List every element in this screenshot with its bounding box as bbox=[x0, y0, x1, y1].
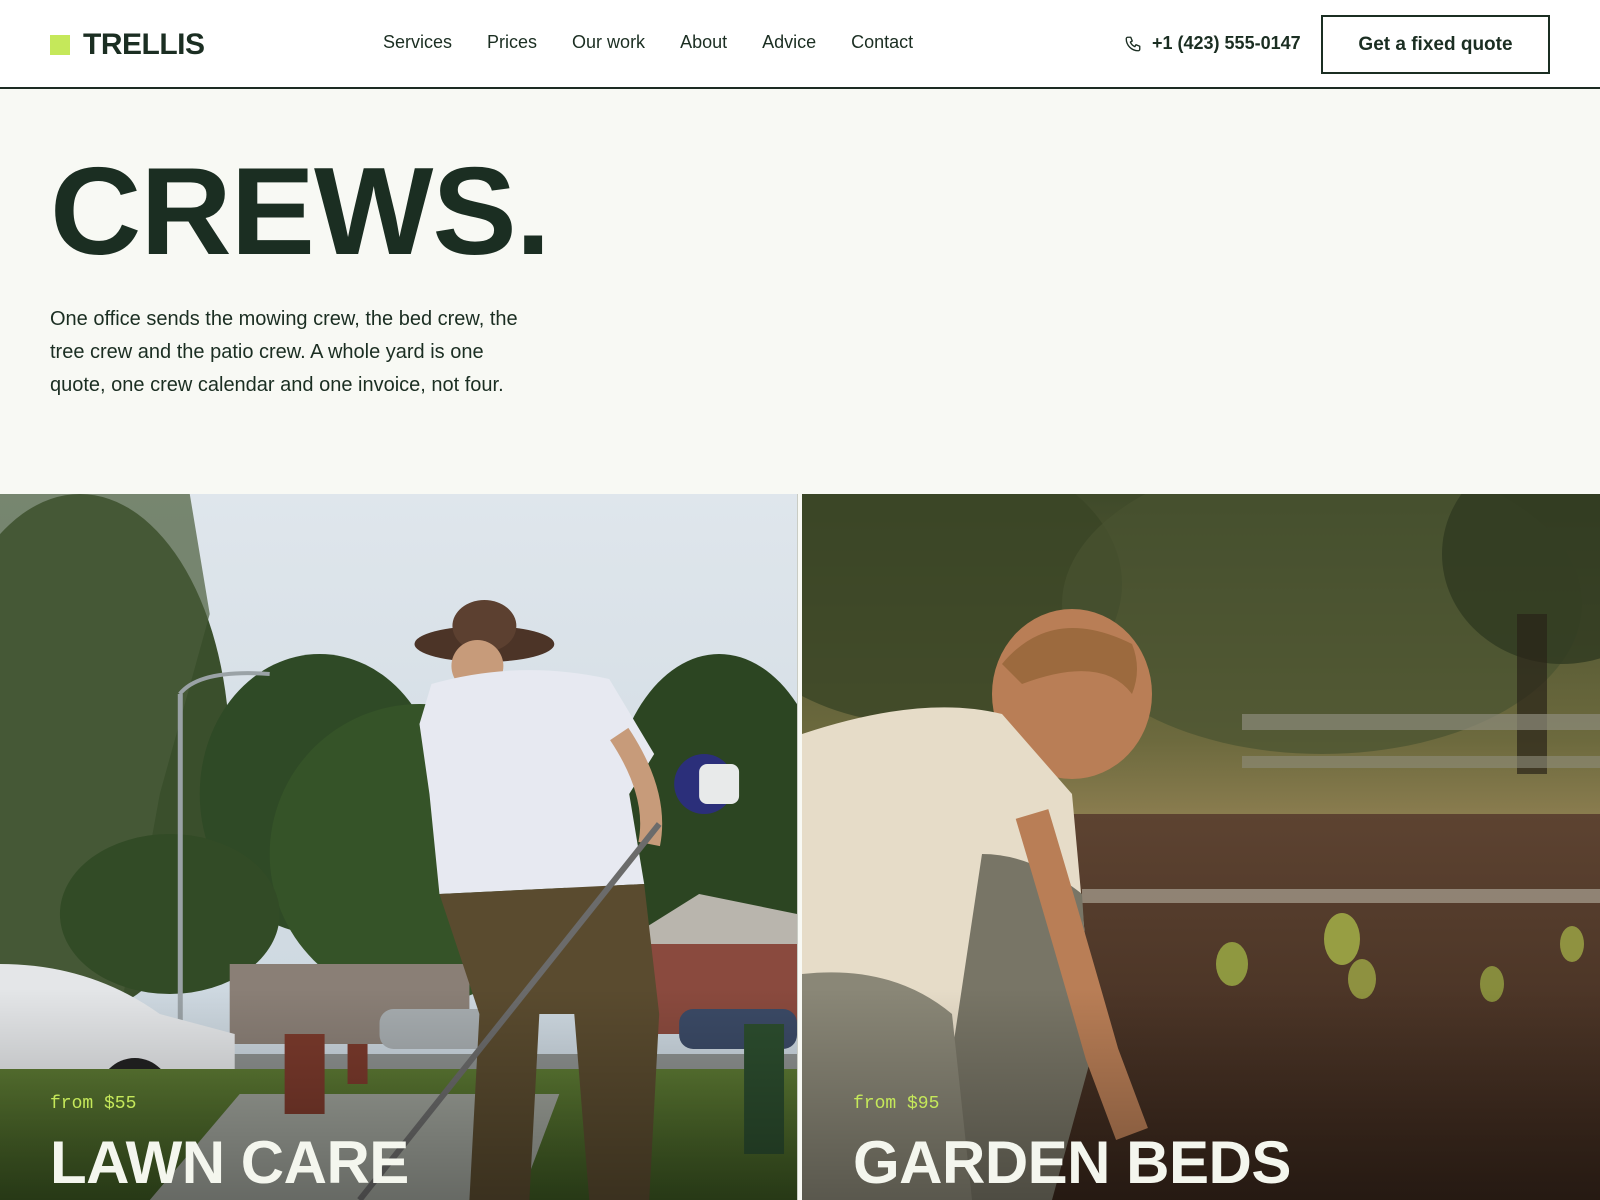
phone-link[interactable]: +1 (423) 555-0147 bbox=[1124, 33, 1301, 54]
main-nav: Services Prices Our work About Advice Co… bbox=[383, 32, 913, 53]
service-card-lawn-care[interactable]: from $55 LAWN CARE bbox=[0, 494, 798, 1200]
logo[interactable]: TRELLIS bbox=[50, 28, 205, 62]
garden-beds-price: from $95 bbox=[853, 1094, 940, 1114]
logo-text: TRELLIS bbox=[83, 28, 205, 61]
hero-description: One office sends the mowing crew, the be… bbox=[50, 308, 518, 396]
garden-beds-title: GARDEN BEDS bbox=[853, 1129, 1291, 1196]
nav-item-services[interactable]: Services bbox=[383, 32, 452, 53]
phone-number: +1 (423) 555-0147 bbox=[1152, 33, 1301, 53]
logo-mark-icon bbox=[50, 35, 70, 55]
nav-item-our-work[interactable]: Our work bbox=[572, 32, 645, 53]
page-title: CREWS. bbox=[50, 143, 551, 281]
lawn-care-price: from $55 bbox=[50, 1094, 137, 1114]
lawn-care-title: LAWN CARE bbox=[50, 1129, 409, 1196]
nav-item-contact[interactable]: Contact bbox=[851, 32, 913, 53]
service-card-garden-beds[interactable]: from $95 GARDEN BEDS bbox=[802, 494, 1600, 1200]
phone-icon bbox=[1125, 36, 1141, 51]
site-header: TRELLIS Services Prices Our work About A… bbox=[0, 0, 1600, 89]
get-quote-button[interactable]: Get a fixed quote bbox=[1321, 15, 1550, 74]
nav-item-advice[interactable]: Advice bbox=[762, 32, 816, 53]
nav-item-about[interactable]: About bbox=[680, 32, 727, 53]
nav-item-prices[interactable]: Prices bbox=[487, 32, 537, 53]
